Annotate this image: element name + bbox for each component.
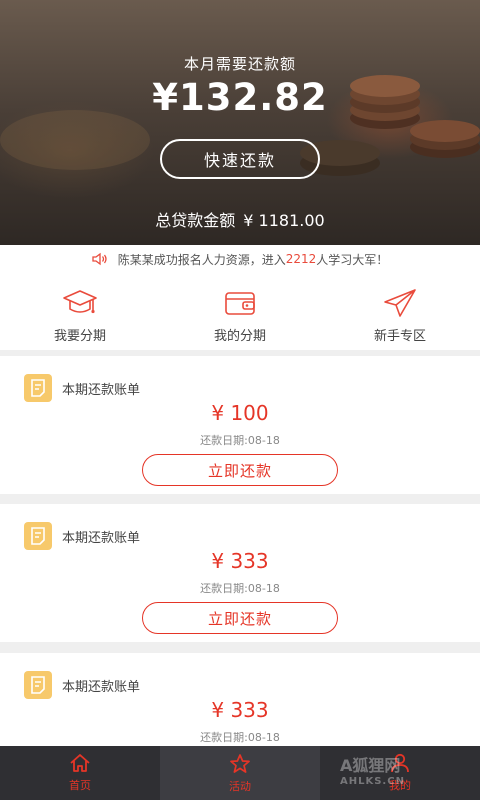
bill-card: 本期还款账单 ¥ 100 还款日期:08-18 立即还款 [0,356,480,494]
bill-icon [24,522,52,550]
bill-due-date: 还款日期:08-18 [200,434,280,447]
pay-now-button[interactable]: 立即还款 [142,602,338,634]
bill-due-date: 还款日期:08-18 [200,731,280,744]
notice-count: 2212 [285,252,317,266]
bill-title: 本期还款账单 [62,679,141,695]
star-icon [230,753,250,773]
notice-text: 陈某某成功报名人力资源，进入 [117,252,286,267]
tab-activity[interactable]: 活动 [160,746,320,800]
bill-card: 本期还款账单 ¥ 333 还款日期:08-18 [0,653,480,746]
paper-plane-icon [384,289,416,317]
graduation-cap-icon [63,290,97,314]
coin-decoration [410,120,480,142]
tab-label: 首页 [69,779,91,792]
bottom-tab-bar: 首页 活动 我的 [0,746,480,800]
monthly-repayment-label: 本月需要还款额 [183,55,296,73]
tab-label: 活动 [229,779,251,793]
pay-now-button[interactable]: 立即还款 [142,454,338,486]
bill-card: 本期还款账单 ¥ 333 还款日期:08-18 立即还款 [0,504,480,642]
bill-title: 本期还款账单 [62,382,141,398]
notice-bar[interactable]: 陈某某成功报名人力资源，进入 2212 人学习大军！ [0,245,480,273]
bill-amount: ¥ 333 [211,698,269,722]
nav-apply-installment[interactable]: 我要分期 [0,273,160,350]
bill-amount: ¥ 333 [211,549,269,573]
monthly-repayment-amount: ¥132.82 [152,76,328,119]
nav-label: 新手专区 [373,329,426,344]
total-loan-value: ¥ 1181.00 [243,211,325,230]
hero-banner: 本月需要还款额 ¥132.82 快速还款 总贷款金额 ¥ 1181.00 [0,0,480,245]
watermark-line2: AHLKS.CN [340,776,405,787]
nav-label: 我的分期 [213,329,266,344]
tab-home[interactable]: 首页 [0,746,160,800]
nav-label: 我要分期 [53,329,106,344]
bill-icon [24,374,52,402]
site-watermark: A狐狸网 AHLKS.CN [340,752,405,787]
quick-nav: 我要分期 我的分期 新手专区 [0,273,480,350]
nav-my-installments[interactable]: 我的分期 [160,273,320,350]
watermark-line1: A狐狸网 [340,756,401,775]
quick-repay-button[interactable]: 快速还款 [160,139,320,179]
home-icon [70,754,90,772]
bill-amount: ¥ 100 [211,401,269,425]
bill-title: 本期还款账单 [62,530,141,546]
notice-text-end: 人学习大军！ [316,252,389,267]
coin-decoration [0,110,150,170]
wallet-icon [225,292,255,315]
bill-due-date: 还款日期:08-18 [200,582,280,595]
total-loan: 总贷款金额 ¥ 1181.00 [0,207,480,231]
bill-icon [24,671,52,699]
speaker-icon [92,252,107,266]
total-loan-label: 总贷款金额 [155,211,236,230]
nav-newbie-zone[interactable]: 新手专区 [320,273,480,350]
